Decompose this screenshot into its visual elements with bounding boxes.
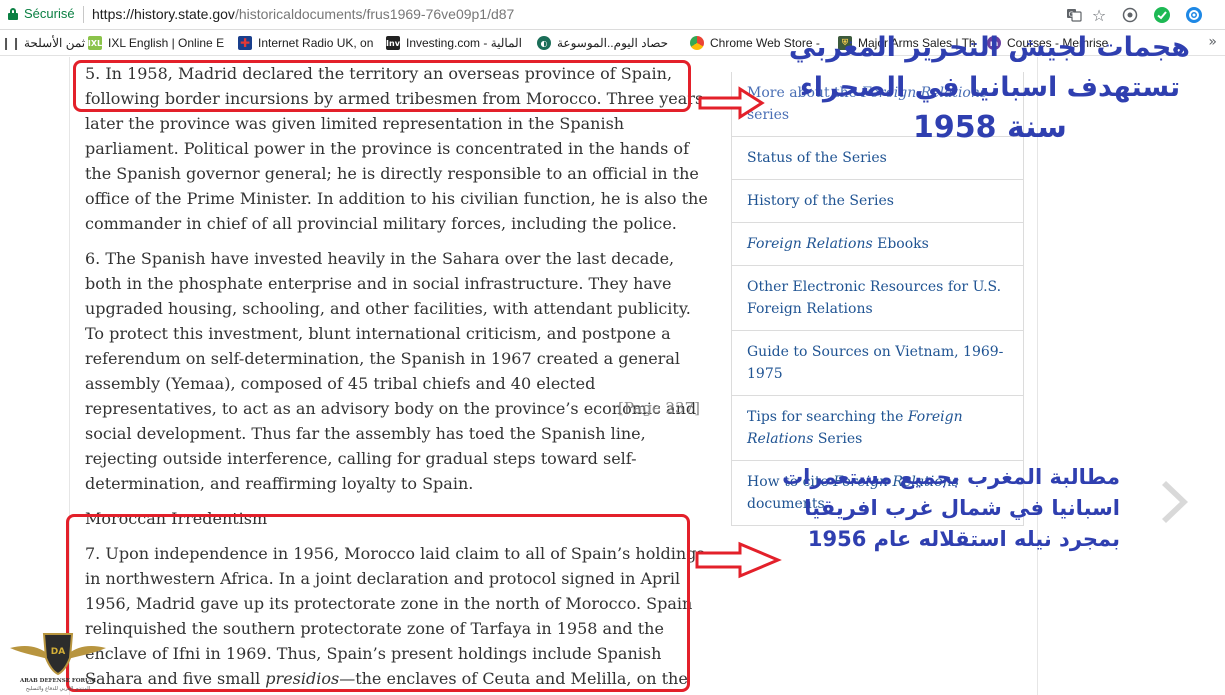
sidebar-item-vietnam-guide[interactable]: Guide to Sources on Vietnam, 1969-1975 [732,330,1023,395]
investing-icon: Inv [386,36,400,50]
uk-flag-icon: ✚ [238,36,252,50]
sync-extension-icon[interactable] [1184,5,1204,25]
sidebar-item-ebooks[interactable]: Foreign Relations Ebooks [732,222,1023,265]
bookmark-label: حصاد اليوم..الموسوعة [557,36,669,50]
paragraph-6-text: 6. The Spanish have invested heavily in … [85,249,697,493]
next-page-arrow-icon[interactable] [1158,477,1198,527]
page-reference[interactable]: [Page 237] [618,396,700,421]
sidebar-item-history[interactable]: History of the Series [732,179,1023,222]
translate-icon[interactable]: G [1064,5,1084,25]
highlight-box-paragraph-7 [66,514,690,692]
bookmark-label: IXL English | Online E [108,36,225,50]
url-scheme: https:// [92,6,135,22]
url-path: /historicaldocuments/frus1969-76ve09p1/d… [234,6,515,22]
url-host: history.state.gov [134,6,235,22]
bookmark-item[interactable]: ❙❙ ثمن الأسلحة [0,35,86,51]
arab-defense-forum-logo: DA ARAB DEFENSE FORUM المنتدى العربي للد… [8,630,108,692]
paragraph-6: 6. The Spanish have invested heavily in … [85,246,710,496]
bookmark-label: ثمن الأسلحة [24,36,86,50]
extension-icon[interactable] [1120,5,1140,25]
logo-subtext: المنتدى العربي للدفاع والتسليح [26,686,90,692]
bookmark-item[interactable]: ◐ حصاد اليوم..الموسوعة [537,35,668,51]
chrome-store-icon [690,36,704,50]
url-separator [83,6,84,23]
sidebar-item-electronic-resources[interactable]: Other Electronic Resources for U.S. Fore… [732,265,1023,330]
logo-mark: DA [51,647,65,657]
star-icon[interactable]: ☆ [1089,5,1109,25]
bookmark-item[interactable]: IXL IXL English | Online E [88,35,224,51]
sidebar-item-search-tips[interactable]: Tips for searching the Foreign Relations… [732,395,1023,460]
ixl-icon: IXL [88,36,102,50]
secure-label: Sécurisé [24,6,75,21]
lock-icon [8,8,18,20]
logo-text: ARAB DEFENSE FORUM [19,678,96,684]
bookmark-label: Internet Radio UK, on [258,36,374,50]
url-text[interactable]: https://history.state.gov/historicaldocu… [92,6,514,22]
svg-text:G: G [1069,11,1074,19]
annotation-note-2: مطالبة المغرب بجميع مستعمرات اسبانيا في … [782,465,1120,551]
check-extension-icon[interactable] [1152,5,1172,25]
bookmark-item[interactable]: Inv Investing.com - المالية [386,35,522,51]
highlight-box-paragraph-5 [73,60,691,112]
bookmark-icon: ❙❙ [0,36,22,50]
column-divider [1037,57,1038,695]
bookmark-item[interactable]: ✚ Internet Radio UK, on [238,35,373,51]
annotation-note-1: هجمات لجيش التحرير المغربي تستهدف اسباني… [788,32,1190,145]
hasad-icon: ◐ [537,36,551,50]
address-bar[interactable]: Sécurisé https://history.state.gov/histo… [0,0,1225,30]
bookmark-label: Investing.com - المالية [406,36,522,50]
chevron-right-icon[interactable]: » [1208,34,1217,50]
